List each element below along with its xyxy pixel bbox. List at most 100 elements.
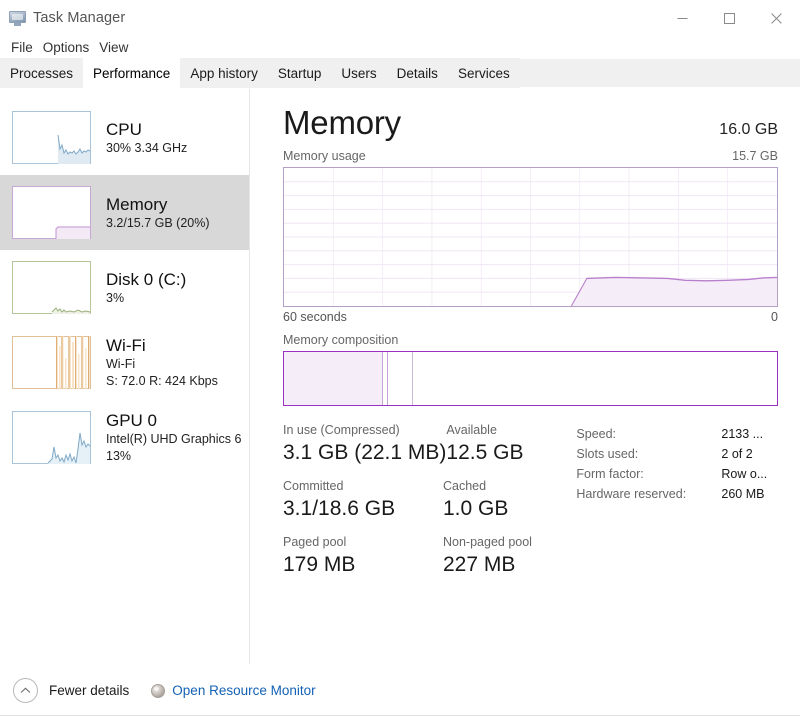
stat-cached-label: Cached xyxy=(443,478,573,495)
chevron-up-icon xyxy=(13,678,38,703)
close-button[interactable] xyxy=(753,0,800,36)
spec-hardware-reserved-key: Hardware reserved: xyxy=(576,484,721,504)
title-bar: Task Manager xyxy=(0,0,800,36)
disk-text: Disk 0 (C:) 3% xyxy=(106,269,186,307)
page-title: Memory xyxy=(283,103,401,143)
open-resource-monitor-label: Open Resource Monitor xyxy=(172,683,315,698)
memory-usage-chart xyxy=(283,167,778,307)
stat-inuse: In use (Compressed) 3.1 GB (22.1 MB) xyxy=(283,422,446,467)
cpu-stat: 30% 3.34 GHz xyxy=(106,140,187,157)
memory-stats-left: In use (Compressed) 3.1 GB (22.1 MB) Ava… xyxy=(283,422,576,590)
tab-startup[interactable]: Startup xyxy=(268,58,332,88)
spec-speed-key: Speed: xyxy=(576,424,721,444)
spec-hardware-reserved-value: 260 MB xyxy=(721,484,764,504)
stat-row-2: Committed 3.1/18.6 GB Cached 1.0 GB xyxy=(283,478,576,523)
composition-divider-2 xyxy=(387,352,388,405)
menu-bar: File Options View xyxy=(0,36,800,59)
tab-users[interactable]: Users xyxy=(331,58,386,88)
sidebar-item-disk0[interactable]: Disk 0 (C:) 3% xyxy=(0,250,249,325)
sidebar-label-cpu: CPU xyxy=(106,119,187,140)
stat-inuse-label: In use (Compressed) xyxy=(283,422,446,439)
sidebar-label-memory: Memory xyxy=(106,194,210,215)
axis-label-left: 60 seconds xyxy=(283,310,347,324)
menu-file[interactable]: File xyxy=(6,38,38,57)
maximize-icon xyxy=(724,13,735,24)
memory-thumbnail-graph xyxy=(12,186,91,239)
memory-header: Memory 16.0 GB xyxy=(283,103,778,143)
tab-details[interactable]: Details xyxy=(387,58,448,88)
stat-row-3: Paged pool 179 MB Non-paged pool 227 MB xyxy=(283,534,576,579)
memory-usage-max: 15.7 GB xyxy=(732,149,778,163)
open-resource-monitor-link[interactable]: Open Resource Monitor xyxy=(151,683,315,698)
window-title: Task Manager xyxy=(33,10,125,26)
resource-monitor-icon xyxy=(151,684,165,698)
wifi-throughput: S: 72.0 R: 424 Kbps xyxy=(106,373,218,390)
memory-composition-bar[interactable] xyxy=(283,351,778,406)
sidebar-label-gpu0: GPU 0 xyxy=(106,410,241,431)
maximize-button[interactable] xyxy=(706,0,753,36)
gpu-model: Intel(R) UHD Graphics 6 xyxy=(106,431,241,448)
sidebar-item-gpu0[interactable]: GPU 0 Intel(R) UHD Graphics 6 13% xyxy=(0,400,249,475)
stat-cached-value: 1.0 GB xyxy=(443,495,573,523)
spec-form-factor-value: Row o... xyxy=(721,464,767,484)
window-controls xyxy=(659,0,800,36)
fewer-details-label: Fewer details xyxy=(49,683,129,698)
chart-area-fill xyxy=(571,277,777,306)
menu-options[interactable]: Options xyxy=(38,38,95,57)
spec-form-factor: Form factor: Row o... xyxy=(576,464,778,484)
spec-hardware-reserved: Hardware reserved: 260 MB xyxy=(576,484,778,504)
disk-thumbnail-graph xyxy=(12,261,91,314)
sidebar-item-cpu[interactable]: CPU 30% 3.34 GHz xyxy=(0,100,249,175)
minimize-icon xyxy=(677,13,688,24)
menu-view[interactable]: View xyxy=(94,38,133,57)
memory-detail-panel: Memory 16.0 GB Memory usage 15.7 GB xyxy=(250,89,800,664)
composition-inuse-segment xyxy=(284,352,382,405)
memory-usage-label: Memory usage xyxy=(283,149,366,163)
composition-divider-3 xyxy=(412,352,413,405)
disk-stat: 3% xyxy=(106,290,186,307)
task-manager-window: Task Manager File Options xyxy=(0,0,800,716)
tab-services[interactable]: Services xyxy=(448,58,520,88)
composition-divider-1 xyxy=(382,352,383,405)
stat-row-1: In use (Compressed) 3.1 GB (22.1 MB) Ava… xyxy=(283,422,576,467)
tab-performance[interactable]: Performance xyxy=(83,58,180,88)
spec-speed-value: 2133 ... xyxy=(721,424,763,444)
spec-slots-used-key: Slots used: xyxy=(576,444,721,464)
memory-specs: Speed: 2133 ... Slots used: 2 of 2 Form … xyxy=(576,422,778,590)
sidebar-item-memory[interactable]: Memory 3.2/15.7 GB (20%) xyxy=(0,175,249,250)
minimize-button[interactable] xyxy=(659,0,706,36)
memory-usage-labels: Memory usage 15.7 GB xyxy=(283,149,778,163)
stat-paged-pool: Paged pool 179 MB xyxy=(283,534,443,579)
tab-processes[interactable]: Processes xyxy=(0,58,83,88)
wifi-text: Wi-Fi Wi-Fi S: 72.0 R: 424 Kbps xyxy=(106,335,218,390)
task-manager-icon xyxy=(9,11,26,26)
tab-app-history[interactable]: App history xyxy=(180,58,268,88)
gpu-text: GPU 0 Intel(R) UHD Graphics 6 13% xyxy=(106,410,241,465)
spec-form-factor-key: Form factor: xyxy=(576,464,721,484)
resource-sidebar: CPU 30% 3.34 GHz Memory 3.2/15.7 GB (20%… xyxy=(0,89,250,664)
stat-nonpaged-pool: Non-paged pool 227 MB xyxy=(443,534,573,579)
content-area: CPU 30% 3.34 GHz Memory 3.2/15.7 GB (20%… xyxy=(0,89,800,664)
cpu-thumbnail-graph xyxy=(12,111,91,164)
sidebar-label-disk0: Disk 0 (C:) xyxy=(106,269,186,290)
status-bar: Fewer details Open Resource Monitor xyxy=(0,664,800,716)
stat-nonpaged-pool-value: 227 MB xyxy=(443,551,573,579)
sidebar-item-wifi[interactable]: Wi-Fi Wi-Fi S: 72.0 R: 424 Kbps xyxy=(0,325,249,400)
memory-composition-label: Memory composition xyxy=(283,333,778,347)
memory-stat: 3.2/15.7 GB (20%) xyxy=(106,215,210,232)
stat-available: Available 12.5 GB xyxy=(446,422,576,467)
stat-committed: Committed 3.1/18.6 GB xyxy=(283,478,443,523)
stat-available-value: 12.5 GB xyxy=(446,439,576,467)
memory-usage-chart-svg xyxy=(284,168,777,306)
axis-label-right: 0 xyxy=(771,310,778,324)
memory-text: Memory 3.2/15.7 GB (20%) xyxy=(106,194,210,232)
stat-paged-pool-value: 179 MB xyxy=(283,551,443,579)
tab-bar: Processes Performance App history Startu… xyxy=(0,59,800,89)
gpu-stat: 13% xyxy=(106,448,241,465)
stat-paged-pool-label: Paged pool xyxy=(283,534,443,551)
stat-committed-value: 3.1/18.6 GB xyxy=(283,495,443,523)
close-icon xyxy=(771,13,782,24)
wifi-thumbnail-graph xyxy=(12,336,91,389)
memory-total: 16.0 GB xyxy=(719,121,778,139)
fewer-details-button[interactable]: Fewer details xyxy=(13,678,129,703)
